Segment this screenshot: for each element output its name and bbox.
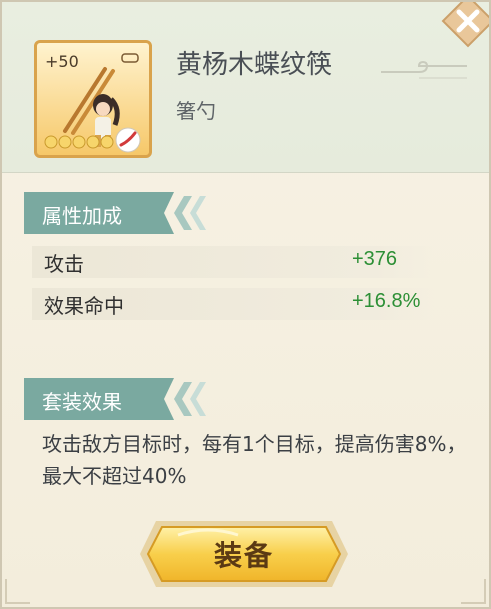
close-icon xyxy=(441,2,489,48)
attribute-value: +376 xyxy=(352,248,398,270)
set-effect-section-title: 套装效果 xyxy=(42,390,122,414)
item-type: 箸勺 xyxy=(176,99,216,123)
set-effect-description: 攻击敌方目标时，每有1个目标，提高伤害8%，最大不超过40% xyxy=(42,432,467,488)
title-ornament-icon xyxy=(381,60,467,79)
item-detail-panel: +50 黄杨木蝶纹筷 箸勺 属性加成 攻击 +376 效果命中 +16.8% 套… xyxy=(0,0,491,609)
equip-button[interactable]: 装备 xyxy=(138,517,350,591)
attributes-section-title: 属性加成 xyxy=(42,204,122,228)
item-name: 黄杨木蝶纹筷 xyxy=(176,50,333,80)
attributes-section-header: 属性加成 xyxy=(24,192,224,234)
attribute-value: +16.8% xyxy=(352,290,421,312)
attribute-row: 攻击 +376 xyxy=(32,246,434,278)
attribute-label: 效果命中 xyxy=(44,294,124,318)
frame-decoration-icon xyxy=(121,53,139,63)
red-feather-badge-icon xyxy=(115,127,141,153)
star-rating-icon xyxy=(44,135,114,149)
attribute-label: 攻击 xyxy=(44,252,84,276)
item-icon-frame: +50 xyxy=(34,40,152,158)
attribute-row: 效果命中 +16.8% xyxy=(32,288,434,320)
set-effect-section-header: 套装效果 xyxy=(24,378,224,420)
item-header: +50 黄杨木蝶纹筷 箸勺 xyxy=(2,2,489,173)
close-button[interactable] xyxy=(441,2,489,48)
corner-ornament-icon xyxy=(461,579,486,604)
equip-button-label: 装备 xyxy=(213,539,274,572)
corner-ornament-icon xyxy=(5,579,30,604)
